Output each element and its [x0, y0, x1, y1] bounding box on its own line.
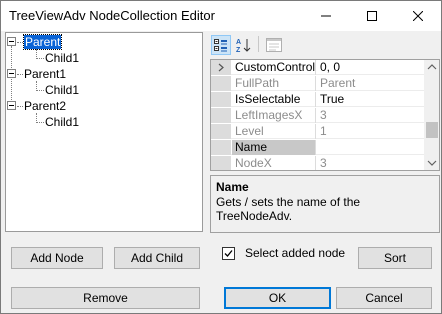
tree-node-label: Parent1 [24, 67, 67, 81]
tree-node-parent1[interactable]: Parent1 [24, 67, 66, 81]
tree-line [17, 74, 23, 75]
row-gutter [211, 92, 231, 107]
toolbar-separator [258, 36, 259, 52]
window-title: TreeViewAdv NodeCollection Editor [9, 8, 215, 23]
help-panel: Name Gets / sets the name of the TreeNod… [210, 175, 440, 233]
collapse-icon[interactable] [7, 37, 16, 46]
property-row[interactable]: NodeX 3 [211, 156, 424, 170]
expand-arrow-icon[interactable] [211, 60, 231, 75]
scroll-thumb[interactable] [426, 122, 438, 138]
row-gutter [211, 156, 231, 170]
property-value[interactable]: 0, 0 [317, 60, 424, 75]
property-value[interactable]: 1 [317, 124, 424, 139]
property-value[interactable]: 3 [317, 156, 424, 170]
svg-text:Z: Z [236, 47, 241, 53]
alphabetical-icon: A Z [236, 39, 251, 53]
property-name: IsSelectable [232, 92, 316, 107]
maximize-icon [367, 11, 377, 21]
minimize-icon [321, 15, 331, 17]
tree-node-label: Parent [22, 34, 63, 50]
tree-node-label: Parent2 [24, 99, 67, 113]
title-bar[interactable]: TreeViewAdv NodeCollection Editor [1, 1, 441, 31]
sort-button[interactable]: Sort [358, 247, 432, 269]
property-name: FullPath [232, 76, 316, 91]
property-row[interactable]: Level 1 [211, 124, 424, 139]
property-name: Name [232, 140, 316, 155]
help-description: Gets / sets the name of the TreeNodeAdv. [216, 195, 361, 223]
add-node-button[interactable]: Add Node [11, 247, 103, 269]
tree-node-parent2[interactable]: Parent2 [24, 99, 66, 113]
categorized-button[interactable] [211, 35, 231, 55]
close-button[interactable] [395, 1, 441, 31]
scroll-up-icon[interactable] [424, 60, 440, 74]
property-row[interactable]: LeftImagesX 3 [211, 108, 424, 123]
minimize-button[interactable] [303, 1, 349, 31]
select-added-node-checkbox[interactable]: Select added node [222, 245, 345, 261]
row-gutter [211, 76, 231, 91]
tree-line [36, 122, 44, 123]
tree-node-label: Child1 [45, 51, 80, 65]
property-row[interactable]: IsSelectable True [211, 92, 424, 107]
property-row[interactable]: CustomControlLo 0, 0 [211, 60, 424, 75]
tree-node-child[interactable]: Child1 [45, 115, 79, 129]
property-name: LeftImagesX [232, 108, 316, 123]
property-value[interactable] [317, 140, 424, 155]
ok-button[interactable]: OK [224, 287, 331, 309]
property-grid-toolbar: A Z [210, 32, 441, 58]
tree-line [17, 42, 23, 43]
add-child-button[interactable]: Add Child [114, 247, 200, 269]
collapse-icon[interactable] [7, 101, 16, 110]
property-name: CustomControlLo [232, 60, 316, 75]
tree-line [17, 106, 23, 107]
property-name: NodeX [232, 156, 316, 170]
cancel-button[interactable]: Cancel [336, 287, 432, 309]
property-value[interactable]: 3 [317, 108, 424, 123]
row-gutter [211, 140, 231, 155]
tree-node-child[interactable]: Child1 [45, 83, 79, 97]
categorized-icon [214, 39, 227, 52]
svg-text:A: A [236, 39, 241, 46]
scroll-down-icon[interactable] [424, 156, 440, 170]
tree-line [36, 58, 44, 59]
maximize-button[interactable] [349, 1, 395, 31]
row-gutter [211, 60, 231, 75]
tree-view[interactable]: Parent Child1 Parent1 Child1 Parent2 Chi… [5, 32, 203, 232]
help-title: Name [216, 180, 249, 194]
property-row[interactable]: FullPath Parent [211, 76, 424, 91]
checkmark-icon [224, 249, 233, 257]
row-gutter [211, 108, 231, 123]
checkbox-box[interactable] [222, 246, 235, 260]
property-pages-button[interactable] [264, 35, 284, 55]
editor-window: TreeViewAdv NodeCollection Editor Parent… [0, 0, 442, 314]
tree-node-parent[interactable]: Parent [22, 34, 63, 50]
collapse-icon[interactable] [7, 69, 16, 78]
property-value[interactable]: True [317, 92, 424, 107]
checkbox-label: Select added node [245, 246, 346, 260]
vertical-scrollbar[interactable] [424, 60, 440, 170]
remove-button[interactable]: Remove [11, 287, 200, 309]
row-gutter [211, 124, 231, 139]
property-value[interactable]: Parent [317, 76, 424, 91]
tree-line [36, 90, 44, 91]
property-row-selected[interactable]: Name [211, 140, 424, 155]
tree-node-child[interactable]: Child1 [45, 51, 79, 65]
tree-node-label: Child1 [45, 83, 80, 97]
property-pages-icon [266, 38, 282, 52]
tree-node-label: Child1 [45, 115, 80, 129]
property-grid[interactable]: CustomControlLo 0, 0 FullPath Parent IsS… [210, 59, 440, 171]
close-icon [413, 11, 423, 21]
alphabetical-button[interactable]: A Z [234, 35, 254, 55]
property-name: Level [232, 124, 316, 139]
